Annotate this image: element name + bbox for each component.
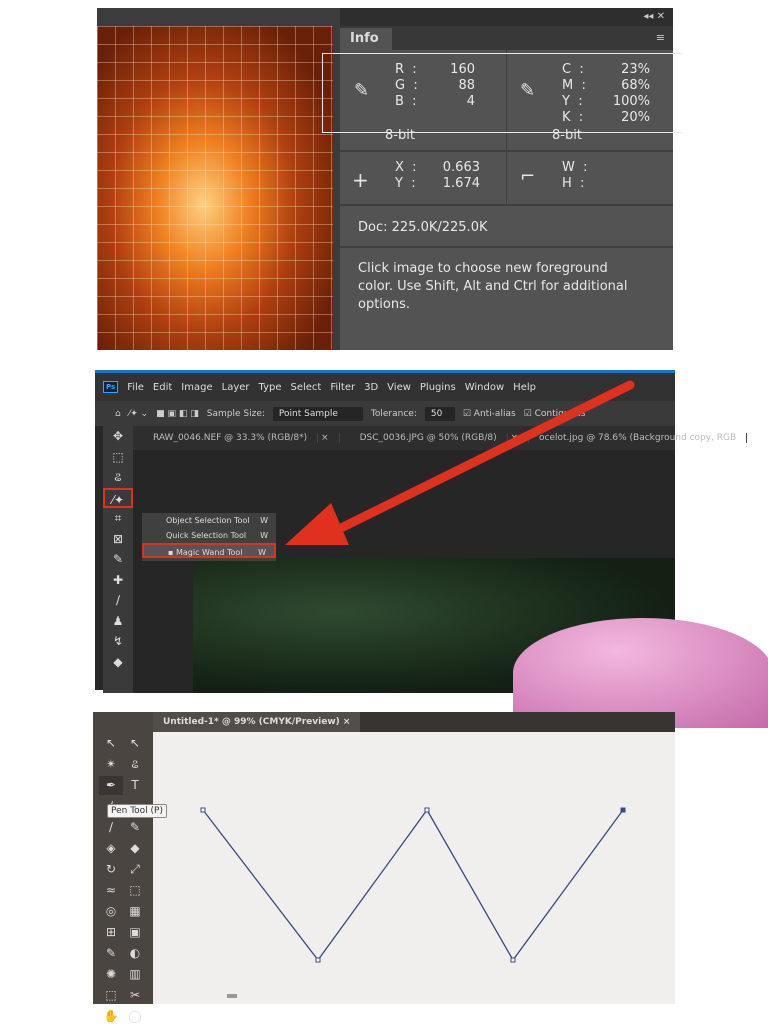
pencil-tool-icon[interactable]: ✎ xyxy=(123,818,147,837)
tab-info[interactable]: Info xyxy=(340,28,392,50)
info-hint: Click image to choose new foreground col… xyxy=(358,261,628,312)
blob-brush-icon[interactable]: ◈ xyxy=(99,839,123,858)
lasso-icon[interactable]: ଌ xyxy=(123,755,147,774)
toolbar: ↖↖ ✴ଌ ✒T ∕▭ ∕✎ ◈◆ ↻⤢ ≈⬚ ◎▦ ⊞▣ ✎◐ ✺▥ ⬚✂ ✋… xyxy=(93,712,153,1023)
graph-icon[interactable]: ▥ xyxy=(123,965,147,984)
value-x: 0.663 xyxy=(442,160,480,175)
artboard-icon[interactable]: ⬚ xyxy=(99,986,123,1005)
scale-icon[interactable]: ⤢ xyxy=(123,860,147,879)
perspective-icon[interactable]: ▦ xyxy=(123,902,147,921)
panel-menu-icon[interactable]: ≡ xyxy=(656,31,665,44)
direct-selection-icon[interactable]: ↖ xyxy=(123,734,147,753)
gradient-icon[interactable]: ▣ xyxy=(123,923,147,942)
hand-icon[interactable]: ✋ xyxy=(99,1007,123,1026)
free-transform-icon[interactable]: ⬚ xyxy=(123,881,147,900)
illustrator-pen-screenshot: Untitled-1* @ 99% (CMYK/Preview) × ↖ ↖ ✴ ଌ… xyxy=(93,712,675,1023)
fire-image xyxy=(97,26,333,350)
eyedropper-icon[interactable]: ✎ xyxy=(99,944,123,963)
zigzag-path[interactable] xyxy=(153,732,675,1004)
doc-size: Doc: 225.0K/225.0K xyxy=(358,220,488,235)
shape-builder-icon[interactable]: ◎ xyxy=(99,902,123,921)
photoshop-magic-wand-screenshot: Ps File Edit Image Layer Type Select Fil… xyxy=(95,370,768,728)
slice-icon[interactable]: ✂ xyxy=(123,986,147,1005)
rotate-icon[interactable]: ↻ xyxy=(99,860,123,879)
brush-tool-icon[interactable]: ∕ xyxy=(99,818,123,837)
magic-wand-icon[interactable]: ✴ xyxy=(99,755,123,774)
selection-tool-icon[interactable]: ↖ xyxy=(99,734,123,753)
red-arrow xyxy=(285,380,635,545)
doc-tab[interactable]: Untitled-1* @ 99% (CMYK/Preview) × xyxy=(153,712,361,732)
warp-icon[interactable]: ≈ xyxy=(99,881,123,900)
eraser-icon[interactable]: ◆ xyxy=(123,839,147,858)
blend-icon[interactable]: ◐ xyxy=(123,944,147,963)
symbol-sprayer-icon[interactable]: ✺ xyxy=(99,965,123,984)
selection-size-icon: ⌐ xyxy=(520,166,536,187)
zoom-icon[interactable]: ◯ xyxy=(123,1007,147,1026)
value-y-coord: 1.674 xyxy=(442,176,480,191)
crosshair-icon: + xyxy=(352,168,369,192)
photoshop-info-screenshot: ◂◂ ✕ Info ≡ ✎ R :160 G :88 B :4 8-bit ✎ … xyxy=(97,8,682,350)
panel-controls[interactable]: ◂◂ ✕ xyxy=(340,8,673,26)
mesh-icon[interactable]: ⊞ xyxy=(99,923,123,942)
type-tool-icon[interactable]: T xyxy=(123,776,147,795)
pen-tool-icon[interactable]: ✒ xyxy=(99,776,123,795)
